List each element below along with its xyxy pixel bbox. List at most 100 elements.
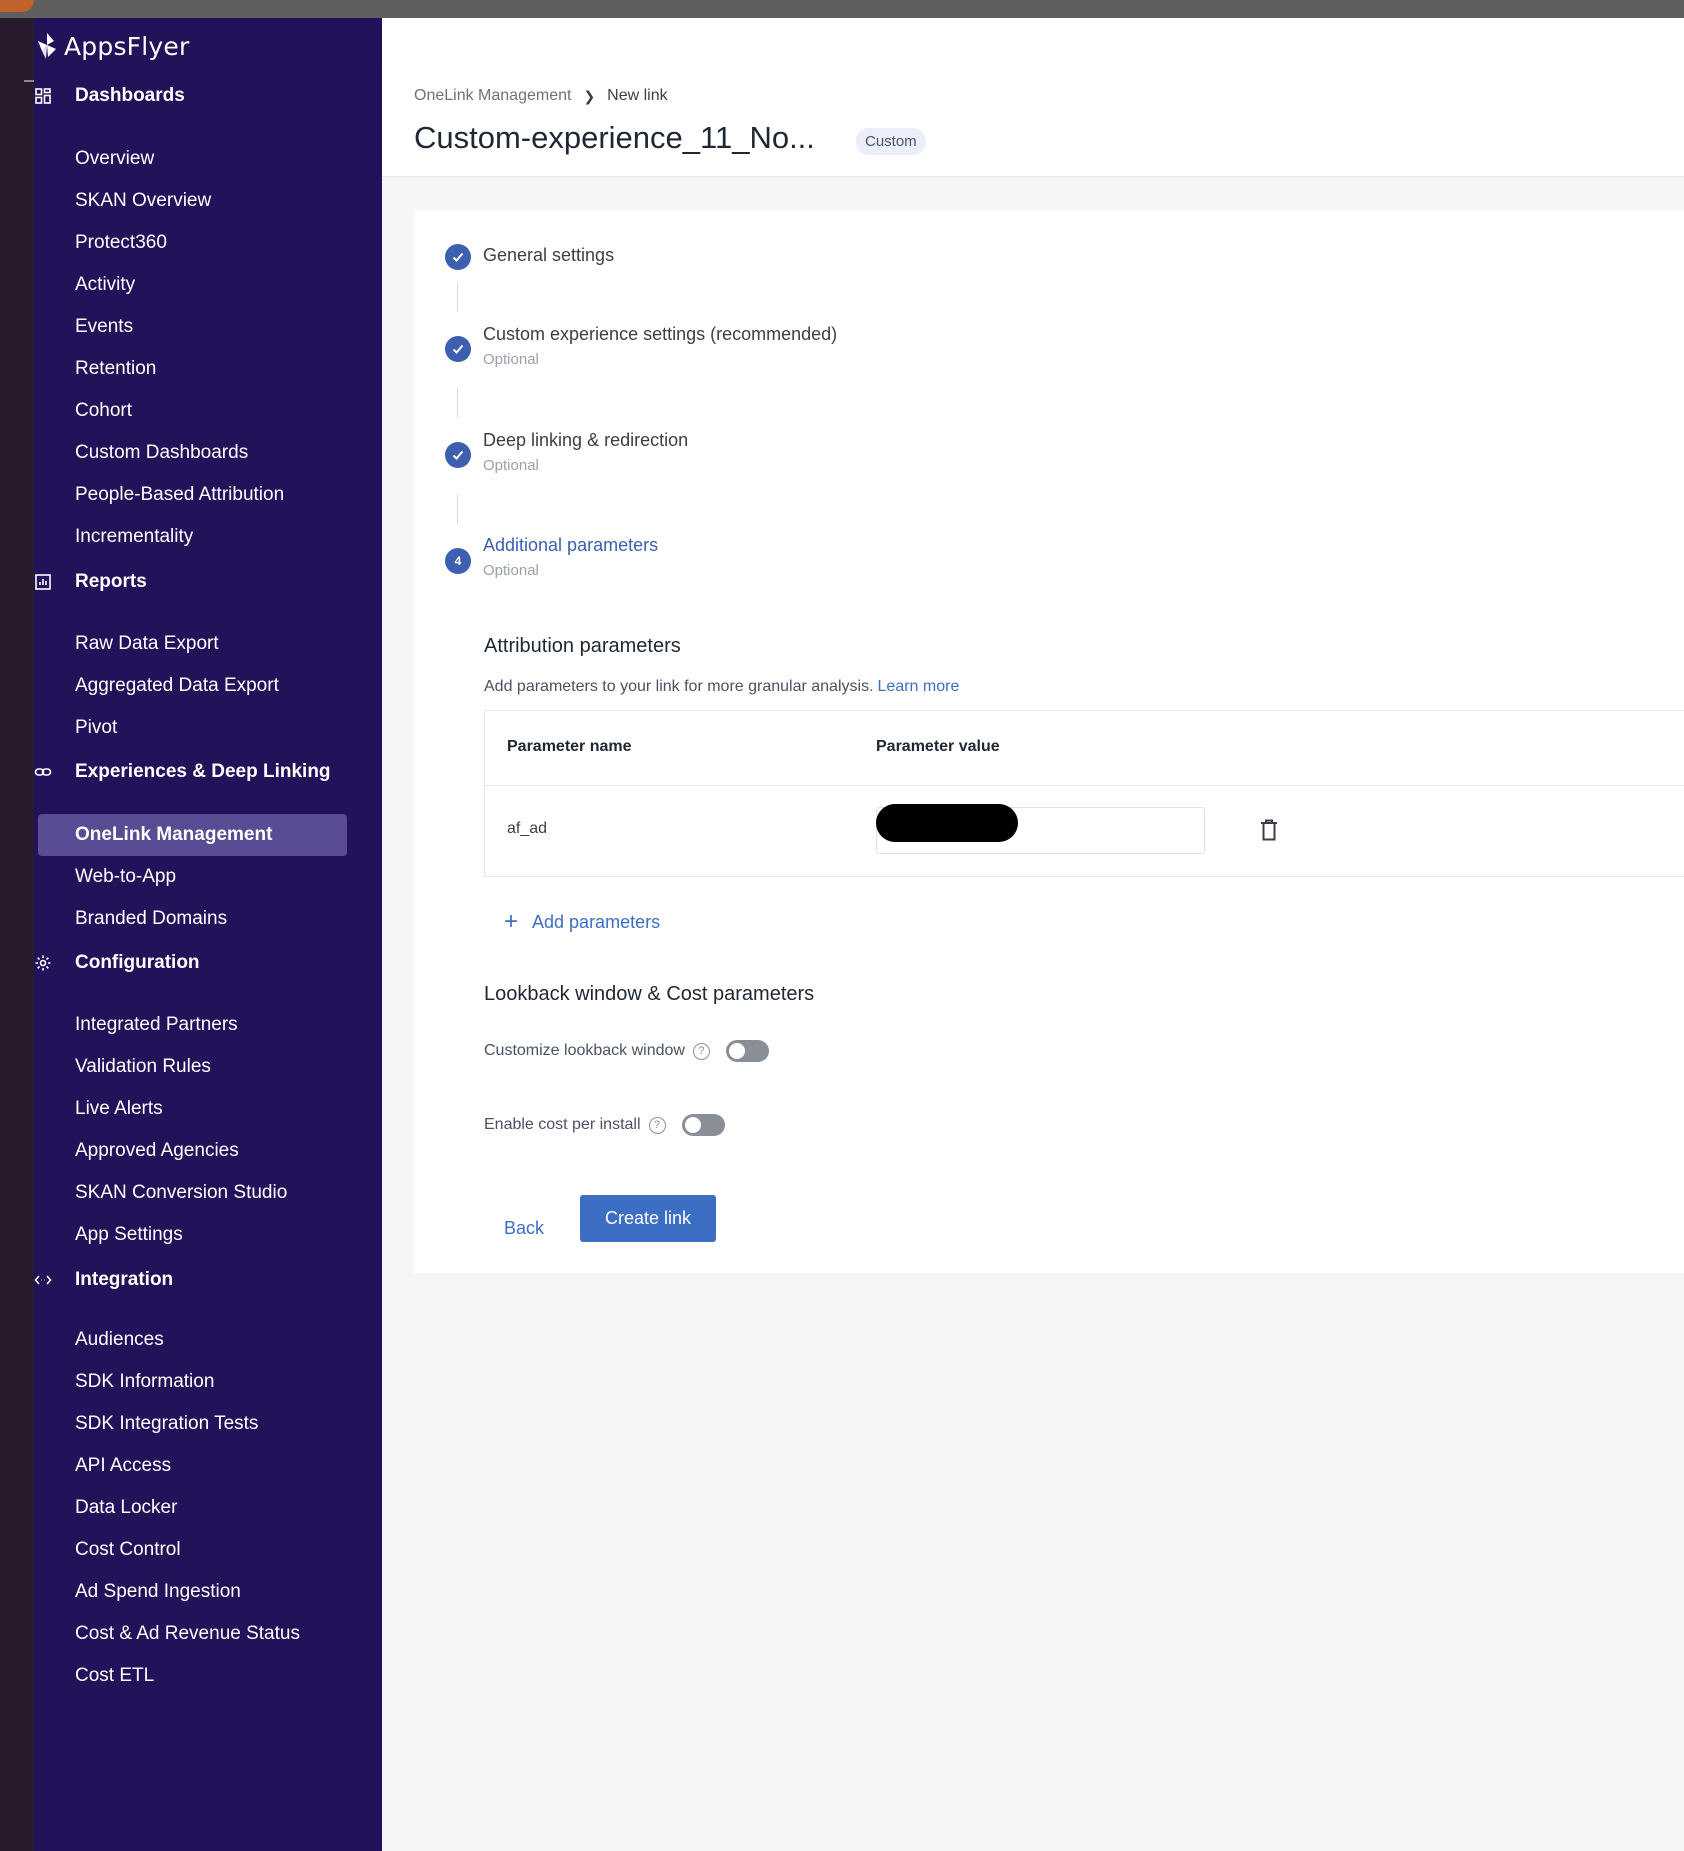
sidebar-item-retention[interactable]: Retention <box>75 354 156 384</box>
attribution-section-title: Attribution parameters <box>484 635 681 657</box>
learn-more-link[interactable]: Learn more <box>878 678 960 695</box>
sidebar-item-ad-spend-ingestion[interactable]: Ad Spend Ingestion <box>75 1577 241 1607</box>
sidebar-item-approved-agencies[interactable]: Approved Agencies <box>75 1136 239 1166</box>
attribution-description: Add parameters to your link for more gra… <box>484 678 959 696</box>
parameters-table: Parameter name Parameter value af_ad <box>484 710 1684 877</box>
sidebar-item-live-alerts[interactable]: Live Alerts <box>75 1094 163 1124</box>
sidebar-item-activity[interactable]: Activity <box>75 270 135 300</box>
cost-per-install-toggle[interactable] <box>681 1114 725 1136</box>
sidebar-item-overview[interactable]: Overview <box>75 144 154 174</box>
cost-per-install-row: Enable cost per install ? <box>484 1114 725 1136</box>
table-header: Parameter name Parameter value <box>485 711 1684 786</box>
bar-chart-icon <box>34 573 52 591</box>
parameter-name: af_ad <box>507 820 548 837</box>
sidebar-item-events[interactable]: Events <box>75 312 133 342</box>
sidebar: AppsFlyer Dashboards Overview SKAN Overv… <box>34 18 382 1851</box>
help-icon[interactable]: ? <box>692 1042 710 1060</box>
nav-section-experiences-deep-linking[interactable]: Experiences & Deep Linking <box>34 752 382 792</box>
sidebar-item-web-to-app[interactable]: Web-to-App <box>75 862 176 892</box>
sidebar-item-incrementality[interactable]: Incrementality <box>75 522 193 552</box>
sidebar-item-onelink-management[interactable]: OneLink Management <box>38 814 347 856</box>
nav-section-dashboards[interactable]: Dashboards <box>34 76 382 116</box>
create-link-button[interactable]: Create link <box>580 1195 716 1242</box>
step-connector <box>457 282 458 312</box>
customize-lookback-row: Customize lookback window ? <box>484 1040 769 1062</box>
sidebar-item-aggregated-data-export[interactable]: Aggregated Data Export <box>75 671 279 701</box>
step-connector <box>457 388 458 418</box>
customize-lookback-label: Customize lookback window <box>484 1042 685 1059</box>
page-title: Custom-experience_11_No... <box>414 120 815 155</box>
breadcrumb-current: New link <box>607 87 668 104</box>
brand-logo[interactable]: AppsFlyer <box>34 26 189 66</box>
window-left-edge <box>0 18 34 1851</box>
sidebar-item-cost-control[interactable]: Cost Control <box>75 1535 181 1565</box>
description-text: Add parameters to your link for more gra… <box>484 678 874 695</box>
nav-section-configuration[interactable]: Configuration <box>34 943 382 983</box>
appsflyer-logo-icon <box>38 33 56 59</box>
sidebar-item-audiences[interactable]: Audiences <box>75 1325 164 1355</box>
sidebar-item-protect360[interactable]: Protect360 <box>75 228 167 258</box>
nav-section-reports[interactable]: Reports <box>34 562 382 602</box>
sidebar-item-skan-overview[interactable]: SKAN Overview <box>75 186 211 216</box>
sidebar-item-cost-ad-revenue-status[interactable]: Cost & Ad Revenue Status <box>75 1619 300 1649</box>
os-corner <box>0 0 34 12</box>
step-title: Deep linking & redirection <box>483 430 689 450</box>
back-button[interactable]: Back <box>504 1218 544 1239</box>
nav-section-label: Experiences & Deep Linking <box>75 761 331 782</box>
column-header-value: Parameter value <box>876 738 1000 755</box>
breadcrumb-parent-link[interactable]: OneLink Management <box>414 87 571 105</box>
os-title-strip <box>0 0 1684 18</box>
chevron-right-icon: ❯ <box>583 87 596 104</box>
breadcrumb: OneLink Management ❯ New link <box>414 87 668 105</box>
lookback-section-title: Lookback window & Cost parameters <box>484 983 815 1005</box>
toggle-knob <box>728 1043 745 1059</box>
add-parameters-label: Add parameters <box>532 911 661 932</box>
table-row: af_ad <box>485 786 1684 877</box>
gear-icon <box>34 954 52 972</box>
sidebar-item-sdk-information[interactable]: SDK Information <box>75 1367 214 1397</box>
step-connector <box>457 494 458 524</box>
sidebar-item-custom-dashboards[interactable]: Custom Dashboards <box>75 438 248 468</box>
customize-lookback-toggle[interactable] <box>725 1040 769 1062</box>
sidebar-item-app-settings[interactable]: App Settings <box>75 1220 183 1250</box>
sidebar-item-raw-data-export[interactable]: Raw Data Export <box>75 629 219 659</box>
parameter-value-input[interactable] <box>876 804 1205 854</box>
check-icon <box>445 442 471 468</box>
redacted-value <box>876 804 1018 842</box>
wizard-card: General settings Custom experience setti… <box>414 210 1684 1273</box>
brand-name: AppsFlyer <box>64 31 190 61</box>
sidebar-item-validation-rules[interactable]: Validation Rules <box>75 1052 211 1082</box>
code-arrows-icon <box>34 1271 52 1289</box>
sidebar-item-sdk-integration-tests[interactable]: SDK Integration Tests <box>75 1409 258 1439</box>
help-icon[interactable]: ? <box>648 1116 666 1134</box>
cost-per-install-label: Enable cost per install <box>484 1116 641 1133</box>
sidebar-item-cost-etl[interactable]: Cost ETL <box>75 1661 154 1691</box>
sidebar-item-data-locker[interactable]: Data Locker <box>75 1493 177 1523</box>
step-title: Additional parameters <box>483 535 659 555</box>
nav-section-integration[interactable]: Integration <box>34 1260 382 1300</box>
sidebar-item-branded-domains[interactable]: Branded Domains <box>75 904 227 934</box>
step-subtitle: Optional <box>483 562 539 579</box>
sidebar-item-cohort[interactable]: Cohort <box>75 396 132 426</box>
toggle-knob <box>684 1117 701 1133</box>
nav-section-label: Configuration <box>75 952 200 973</box>
nav-section-label: Integration <box>75 1269 174 1290</box>
add-parameters-button[interactable]: + Add parameters <box>504 910 660 934</box>
sidebar-item-people-based-attribution[interactable]: People-Based Attribution <box>75 480 284 510</box>
sidebar-item-skan-conversion-studio[interactable]: SKAN Conversion Studio <box>75 1178 287 1208</box>
page-header: OneLink Management ❯ New link Custom-exp… <box>382 70 1684 177</box>
link-icon <box>34 763 52 781</box>
check-icon <box>445 336 471 362</box>
grid-icon <box>34 87 52 105</box>
step-subtitle: Optional <box>483 351 539 368</box>
sidebar-item-api-access[interactable]: API Access <box>75 1451 171 1481</box>
step-number: 4 <box>445 548 471 574</box>
sidebar-item-integrated-partners[interactable]: Integrated Partners <box>75 1010 238 1040</box>
edge-mark <box>24 80 34 82</box>
plus-icon: + <box>504 908 519 935</box>
nav-section-label: Reports <box>75 571 147 592</box>
trash-icon[interactable] <box>1258 818 1280 842</box>
nav-section-label: Dashboards <box>75 85 185 106</box>
sidebar-item-pivot[interactable]: Pivot <box>75 713 117 743</box>
column-header-name: Parameter name <box>507 738 632 755</box>
